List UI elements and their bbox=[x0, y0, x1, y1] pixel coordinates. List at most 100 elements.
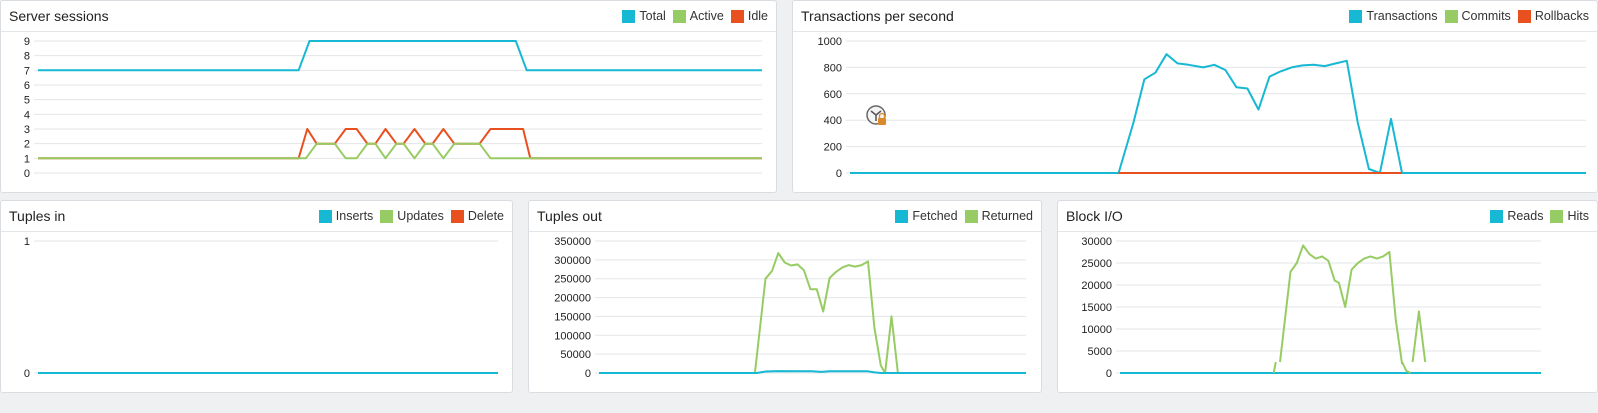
legend-item-delete[interactable]: Delete bbox=[450, 209, 504, 223]
panel-header: Tuples out Fetched Returned bbox=[529, 201, 1041, 232]
y-tick-label: 400 bbox=[824, 115, 842, 127]
y-tick-label: 100000 bbox=[554, 330, 591, 342]
legend-swatch bbox=[318, 209, 332, 223]
legend-label: Hits bbox=[1567, 209, 1589, 223]
series-line-hits[interactable] bbox=[1401, 361, 1411, 374]
legend-item-rollbacks[interactable]: Rollbacks bbox=[1517, 9, 1589, 23]
panel-title: Block I/O bbox=[1066, 208, 1123, 224]
panel-tuples-in: Tuples in Inserts Updates Delete 01 bbox=[0, 200, 513, 393]
y-tick-label: 1 bbox=[24, 236, 30, 248]
y-tick-label: 1000 bbox=[818, 36, 842, 48]
y-tick-label: 2 bbox=[24, 139, 30, 151]
legend-item-fetched[interactable]: Fetched bbox=[895, 209, 958, 223]
legend-item-inserts[interactable]: Inserts bbox=[318, 209, 374, 223]
panel-tuples-out: Tuples out Fetched Returned 0 50000 100000… bbox=[528, 200, 1042, 393]
lock-icon[interactable] bbox=[866, 105, 888, 127]
panel-block-io: Block I/O Reads Hits 0 5000 10000 15000 2000… bbox=[1057, 200, 1598, 393]
legend-label: Active bbox=[689, 9, 724, 23]
legend-swatch bbox=[964, 209, 978, 223]
legend-label: Delete bbox=[467, 209, 504, 223]
legend-label: Fetched bbox=[912, 209, 958, 223]
legend-label: Total bbox=[639, 9, 666, 23]
y-tick-label: 0 bbox=[24, 368, 30, 380]
legend-swatch bbox=[730, 9, 744, 23]
legend-swatch bbox=[1550, 209, 1564, 223]
legend-item-hits[interactable]: Hits bbox=[1550, 209, 1589, 223]
legend-swatch bbox=[1349, 9, 1363, 23]
y-tick-label: 200 bbox=[824, 142, 842, 154]
legend-item-idle[interactable]: Idle bbox=[730, 9, 768, 23]
legend-label: Inserts bbox=[335, 209, 374, 223]
panel-title: Tuples in bbox=[9, 208, 66, 224]
y-tick-label: 50000 bbox=[560, 349, 591, 361]
series-line-transactions[interactable] bbox=[850, 53, 1586, 174]
y-tick-label: 7 bbox=[24, 65, 30, 77]
panel-header: Block I/O Reads Hits bbox=[1058, 201, 1597, 232]
chart-legend: Fetched Returned bbox=[888, 209, 1033, 223]
series-line-hits[interactable] bbox=[1411, 310, 1427, 363]
y-tick-label: 150000 bbox=[554, 311, 591, 323]
y-tick-label: 350000 bbox=[554, 236, 591, 248]
series-line-returned[interactable] bbox=[753, 252, 899, 374]
legend-label: Commits bbox=[1461, 9, 1511, 23]
legend-item-returned[interactable]: Returned bbox=[964, 209, 1033, 223]
legend-swatch bbox=[450, 209, 464, 223]
legend-swatch bbox=[1444, 9, 1458, 23]
y-tick-label: 9 bbox=[24, 36, 30, 48]
y-tick-label: 0 bbox=[1106, 368, 1112, 380]
y-tick-label: 10000 bbox=[1081, 324, 1112, 336]
chart-legend: Total Active Idle bbox=[615, 9, 768, 23]
series-line-hits[interactable] bbox=[1272, 361, 1277, 374]
y-tick-label: 15000 bbox=[1081, 302, 1112, 314]
y-tick-label: 800 bbox=[824, 62, 842, 74]
legend-swatch bbox=[1517, 9, 1531, 23]
legend-item-total[interactable]: Total bbox=[622, 9, 666, 23]
legend-swatch bbox=[380, 209, 394, 223]
y-tick-label: 250000 bbox=[554, 274, 591, 286]
y-tick-label: 4 bbox=[24, 109, 30, 121]
legend-item-reads[interactable]: Reads bbox=[1490, 209, 1543, 223]
legend-swatch bbox=[895, 209, 909, 223]
legend-label: Reads bbox=[1507, 209, 1544, 223]
panel-header: Server sessions Total Active Idle bbox=[1, 1, 776, 32]
chart-legend: Reads Hits bbox=[1483, 209, 1589, 223]
panel-header: Transactions per second Transactions Com… bbox=[793, 1, 1597, 32]
y-tick-label: 20000 bbox=[1081, 280, 1112, 292]
y-tick-label: 300000 bbox=[554, 255, 591, 267]
y-tick-label: 30000 bbox=[1081, 236, 1112, 248]
y-tick-label: 1 bbox=[24, 153, 30, 165]
chart-block-io: 0 5000 10000 15000 20000 25000 30000 bbox=[1081, 236, 1541, 380]
legend-item-commits[interactable]: Commits bbox=[1444, 9, 1511, 23]
legend-label: Updates bbox=[397, 209, 444, 223]
y-tick-label: 8 bbox=[24, 51, 30, 63]
legend-item-updates[interactable]: Updates bbox=[380, 209, 444, 223]
chart-tuples-in: 01 bbox=[24, 236, 498, 380]
legend-swatch bbox=[1490, 209, 1504, 223]
chart-legend: Transactions Commits Rollbacks bbox=[1342, 9, 1589, 23]
legend-label: Returned bbox=[981, 209, 1033, 223]
panel-server-sessions: Server sessions Total Active Idle 0 1 2 3 4 5… bbox=[0, 0, 777, 193]
legend-item-transactions[interactable]: Transactions bbox=[1349, 9, 1438, 23]
y-tick-label: 0 bbox=[585, 368, 591, 380]
panel-transactions-per-second: Transactions per second Transactions Com… bbox=[792, 0, 1598, 193]
chart-server-sessions: 0 1 2 3 4 5 6 7 8 9 bbox=[24, 36, 762, 180]
panel-title: Server sessions bbox=[9, 8, 109, 24]
y-tick-label: 3 bbox=[24, 124, 30, 136]
series-line-active[interactable] bbox=[38, 142, 762, 160]
chart-legend: Inserts Updates Delete bbox=[312, 209, 504, 223]
panel-title: Transactions per second bbox=[801, 8, 954, 24]
legend-label: Transactions bbox=[1366, 9, 1438, 23]
panel-title: Tuples out bbox=[537, 208, 602, 224]
y-tick-label: 25000 bbox=[1081, 258, 1112, 270]
y-tick-label: 5000 bbox=[1088, 346, 1112, 358]
y-tick-label: 6 bbox=[24, 80, 30, 92]
legend-label: Idle bbox=[747, 9, 768, 23]
legend-item-active[interactable]: Active bbox=[672, 9, 724, 23]
legend-swatch bbox=[672, 9, 686, 23]
chart-transactions-per-second: 0 200 400 600 800 1000 bbox=[818, 36, 1586, 180]
chart-tuples-out: 0 50000 100000 150000 200000 250000 300000 3500… bbox=[554, 236, 1026, 380]
y-tick-label: 0 bbox=[24, 168, 30, 180]
y-tick-label: 0 bbox=[836, 168, 842, 180]
y-tick-label: 600 bbox=[824, 89, 842, 101]
y-tick-label: 5 bbox=[24, 95, 30, 107]
